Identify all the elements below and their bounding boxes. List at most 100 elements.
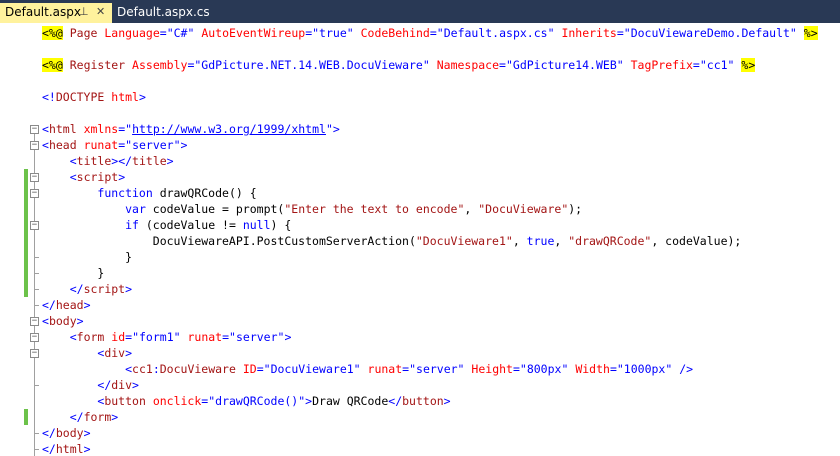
code-line[interactable]: </div>	[42, 377, 139, 393]
code-token: "DocuVieware1"	[415, 234, 513, 248]
collapse-icon[interactable]: −	[30, 317, 39, 326]
code-token: runat	[367, 362, 403, 376]
collapse-icon[interactable]: −	[30, 349, 39, 358]
code-token: Namespace	[436, 58, 500, 72]
code-line[interactable]: if (codeValue != null) {	[42, 217, 291, 233]
collapse-icon[interactable]: −	[30, 141, 39, 150]
code-line[interactable]: </form>	[42, 409, 119, 425]
code-line[interactable]: </head>	[42, 297, 91, 313]
code-line[interactable]: <html xmlns="http://www.w3.org/1999/xhtm…	[42, 121, 340, 137]
code-token: codeValue = prompt(	[145, 202, 285, 216]
code-token: </	[69, 410, 84, 424]
fold-guide-end	[34, 449, 39, 450]
code-token: <%@	[42, 26, 63, 40]
collapse-icon[interactable]: −	[30, 189, 39, 198]
code-token: form	[76, 330, 105, 344]
code-line[interactable]: <div>	[42, 345, 132, 361]
code-token: );	[568, 202, 583, 216]
code-line[interactable]: }	[42, 249, 132, 265]
tab-label: Default.aspx.cs	[117, 5, 210, 19]
code-line[interactable]: <form id="form1" runat="server">	[42, 329, 292, 345]
fold-guide-end	[34, 305, 39, 306]
code-line[interactable]: </body>	[42, 425, 91, 441]
code-line[interactable]: <body>	[42, 313, 84, 329]
code-line[interactable]: function drawQRCode() {	[42, 185, 256, 201]
code-token: </	[69, 282, 84, 296]
code-line[interactable]: <title></title>	[42, 153, 174, 169]
code-token: true	[526, 234, 555, 248]
code-token: "drawQRCode"	[568, 234, 652, 248]
code-token: </	[42, 442, 56, 456]
code-line[interactable]: }	[42, 265, 104, 281]
code-token: Page	[69, 26, 98, 40]
code-line[interactable]: var codeValue = prompt("Enter the text t…	[42, 201, 582, 217]
code-token: "DocuVieware1"	[263, 362, 361, 376]
collapse-icon[interactable]: −	[30, 173, 39, 182]
code-line[interactable]: </script>	[42, 281, 132, 297]
code-token: ID	[242, 362, 257, 376]
fold-guide-end	[34, 257, 39, 258]
code-token: >	[83, 442, 91, 456]
code-token: div	[104, 346, 126, 360]
code-token: DocuVieware	[159, 362, 236, 376]
code-line[interactable]: <%@ Page Language="C#" AutoEventWireup="…	[42, 25, 818, 41]
code-token: ) {	[270, 218, 292, 232]
code-token: DocuViewareAPI.PostCustomServerAction(	[42, 234, 416, 248]
code-line[interactable]: <script>	[42, 169, 125, 185]
code-token: <	[42, 314, 49, 328]
code-token: (codeValue !=	[138, 218, 243, 232]
tab-default-aspx[interactable]: Default.aspx ⊥ ✕	[0, 3, 112, 23]
code-line[interactable]: <!DOCTYPE html>	[42, 89, 146, 105]
code-token: >	[166, 154, 174, 168]
code-token: <	[125, 362, 133, 376]
code-token: ">	[325, 122, 340, 136]
code-token: Draw QRCode	[312, 394, 389, 408]
code-token: "C#"	[166, 26, 195, 40]
code-editor[interactable]: − − − − − − − − <%@ Page Language="C#" AutoEvent…	[0, 23, 840, 456]
code-token: >	[180, 138, 188, 152]
change-indicator-bar	[24, 169, 28, 297]
code-token: "GdPicture.NET.14.WEB.DocuVieware"	[194, 58, 430, 72]
code-line[interactable]: <head runat="server">	[42, 137, 187, 153]
code-token: <!	[42, 90, 56, 104]
code-token: CodeBehind	[360, 26, 430, 40]
collapse-icon[interactable]: −	[30, 221, 39, 230]
code-token: null	[242, 218, 271, 232]
tab-label: Default.aspx	[5, 5, 81, 19]
code-line[interactable]: <cc1:DocuVieware ID="DocuVieware1" runat…	[42, 361, 693, 377]
fold-guide-end	[34, 273, 39, 274]
code-line[interactable]: <button onclick="drawQRCode()">Draw QRCo…	[42, 393, 451, 409]
code-token: >	[443, 394, 451, 408]
code-token: button	[402, 394, 444, 408]
code-token: ></	[111, 154, 133, 168]
code-token: title	[132, 154, 167, 168]
code-token: Inherits	[561, 26, 617, 40]
tab-default-aspx-cs[interactable]: Default.aspx.cs	[112, 3, 222, 23]
code-token: =	[512, 362, 520, 376]
code-token: <	[42, 138, 49, 152]
code-token: =	[159, 26, 167, 40]
code-token: DOCTYPE	[55, 90, 105, 104]
code-line[interactable]: </html>	[42, 441, 91, 456]
collapse-icon[interactable]: −	[30, 125, 39, 134]
code-token: function	[97, 186, 153, 200]
code-token: "DocuVieware"	[478, 202, 569, 216]
close-icon[interactable]: ✕	[96, 3, 105, 21]
code-token: "GdPicture14.WEB"	[505, 58, 624, 72]
code-line[interactable]: DocuViewareAPI.PostCustomServerAction("D…	[42, 233, 742, 249]
fold-guide-end	[34, 433, 39, 434]
collapse-icon[interactable]: −	[30, 333, 39, 342]
pin-icon[interactable]: ⊥	[79, 3, 89, 21]
fold-guide-line	[34, 230, 35, 257]
code-token: Width	[575, 362, 610, 376]
code-line[interactable]: <%@ Register Assembly = "GdPicture.NET.14.…	[42, 57, 756, 73]
